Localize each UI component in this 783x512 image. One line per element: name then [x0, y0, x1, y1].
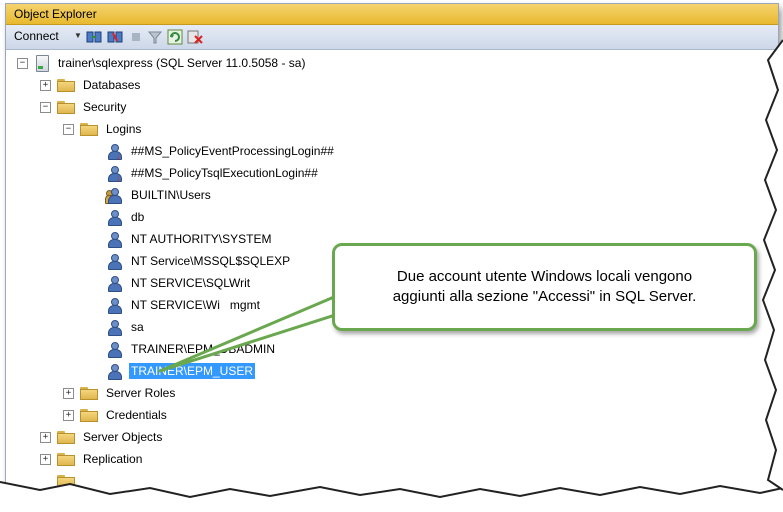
- login-icon: [106, 297, 122, 314]
- disconnect-icon[interactable]: [107, 29, 123, 45]
- disabled-login-icon: ↓: [106, 143, 122, 161]
- login-label: ##MS_PolicyEventProcessingLogin##: [131, 144, 334, 158]
- expand-icon[interactable]: +: [40, 453, 51, 465]
- tree-node-label: Replication: [83, 452, 143, 466]
- folder-icon: [80, 408, 98, 422]
- login-item[interactable]: ↓ ##MS_PolicyTsqlExecutionLogin##: [106, 164, 320, 183]
- login-item[interactable]: ↓ ##MS_PolicyEventProcessingLogin##: [106, 142, 336, 161]
- connect-object-explorer-icon[interactable]: [86, 29, 102, 45]
- folder-icon: [57, 474, 75, 488]
- login-item[interactable]: BUILTIN\Users: [105, 186, 213, 204]
- login-label: TRAINER\EPM_USER: [129, 363, 256, 379]
- folder-icon: [57, 430, 75, 444]
- login-item[interactable]: sa: [106, 318, 146, 336]
- login-icon: [106, 275, 122, 292]
- login-icon: [106, 319, 122, 336]
- tree-node-partial: [40, 472, 81, 490]
- tree-node-replication[interactable]: + Replication: [40, 450, 144, 468]
- login-item[interactable]: TRAINER\EPM_DBADMIN: [106, 340, 277, 358]
- login-label: ##MS_PolicyTsqlExecutionLogin##: [131, 166, 318, 180]
- annotation-callout: Due account utente Windows locali vengon…: [332, 243, 757, 331]
- screenshot-frame: Object Explorer Connect ▼ − trainer\sqle…: [0, 0, 783, 512]
- tree-node-label: trainer\sqlexpress (SQL Server 11.0.5058…: [58, 56, 306, 70]
- callout-text: Due account utente Windows locali vengon…: [373, 267, 717, 307]
- login-icon: [106, 231, 122, 248]
- login-label: NT SERVICE\Wi mgmt: [129, 297, 262, 313]
- callout-line-1: Due account utente Windows locali vengon…: [396, 268, 693, 285]
- login-item[interactable]: db: [106, 208, 146, 226]
- login-icon: [106, 363, 122, 380]
- login-label: NT Service\MSSQL$SQLEXP: [131, 254, 291, 268]
- tree-node-credentials[interactable]: + Credentials: [63, 406, 169, 424]
- login-item[interactable]: NT SERVICE\Wi mgmt: [106, 296, 262, 314]
- login-item[interactable]: NT Service\MSSQL$SQLEXP: [106, 252, 292, 270]
- expand-icon[interactable]: +: [40, 431, 51, 443]
- expand-icon[interactable]: +: [63, 409, 74, 421]
- tree-node-label: Databases: [83, 78, 141, 92]
- login-icon: [106, 341, 122, 358]
- login-label: db: [131, 210, 145, 224]
- server-icon: [34, 55, 50, 72]
- login-label-start: NT SERVICE\Wi: [131, 298, 220, 312]
- tree-node-label: Server Objects: [83, 430, 163, 444]
- tree-node-server[interactable]: − trainer\sqlexpress (SQL Server 11.0.50…: [17, 54, 307, 72]
- close-all-icon[interactable]: [187, 29, 203, 45]
- refresh-icon[interactable]: [167, 29, 183, 45]
- tree-node-databases[interactable]: + Databases: [40, 76, 142, 94]
- connect-button[interactable]: Connect: [14, 29, 59, 43]
- tree-node-label: Security: [83, 100, 127, 114]
- toolbar: Connect ▼: [6, 25, 778, 50]
- tree-node-server-objects[interactable]: + Server Objects: [40, 428, 164, 446]
- folder-icon: [80, 122, 98, 136]
- folder-icon: [57, 452, 75, 466]
- filter-icon[interactable]: [147, 29, 163, 45]
- title-bar[interactable]: Object Explorer: [6, 4, 778, 25]
- folder-icon: [57, 100, 75, 114]
- login-label: NT AUTHORITY\SYSTEM: [131, 232, 272, 246]
- folder-icon: [57, 78, 75, 92]
- login-icon: [106, 253, 122, 270]
- disabled-login-icon: ↓: [106, 165, 122, 183]
- callout-line-2: aggiunti alla sezione "Accessi" in SQL S…: [392, 288, 697, 305]
- collapse-icon[interactable]: −: [63, 123, 74, 135]
- tree-node-label: Logins: [106, 122, 142, 136]
- login-label: sa: [131, 320, 144, 334]
- login-label: TRAINER\EPM_DBADMIN: [131, 342, 276, 356]
- stop-icon[interactable]: [128, 29, 144, 45]
- login-label-end: mgmt: [229, 298, 260, 312]
- connect-dropdown-icon[interactable]: ▼: [74, 31, 82, 40]
- tree-node-server-roles[interactable]: + Server Roles: [63, 384, 177, 402]
- tree-node-label: Credentials: [106, 408, 167, 422]
- login-label: BUILTIN\Users: [131, 188, 211, 202]
- tree-node-security[interactable]: − Security: [40, 98, 128, 116]
- tree-node-logins[interactable]: − Logins: [63, 120, 143, 138]
- login-label: NT SERVICE\SQLWrit: [131, 276, 251, 290]
- collapse-icon[interactable]: −: [40, 101, 51, 113]
- login-icon: [106, 209, 122, 226]
- login-item[interactable]: NT SERVICE\SQLWrit: [106, 274, 252, 292]
- expand-icon[interactable]: +: [63, 387, 74, 399]
- login-item-selected[interactable]: TRAINER\EPM_USER: [106, 362, 256, 380]
- window-title: Object Explorer: [14, 7, 97, 21]
- collapse-icon[interactable]: −: [17, 57, 28, 69]
- tree-node-label: Server Roles: [106, 386, 176, 400]
- folder-icon: [80, 386, 98, 400]
- expand-icon[interactable]: +: [40, 79, 51, 91]
- login-item[interactable]: NT AUTHORITY\SYSTEM: [106, 230, 273, 248]
- group-login-icon: [105, 187, 122, 204]
